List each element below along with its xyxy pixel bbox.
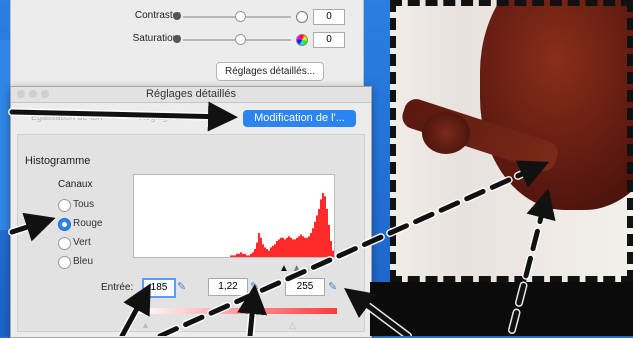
tab-tone-equalization[interactable]: Égalisation de ton [31,112,103,122]
white-pipette-icon[interactable]: ✎ [328,280,337,293]
output-gradient-bar [137,308,337,314]
tab-adjustments[interactable]: Réglage des [139,112,190,122]
dialog-titlebar: Réglages détaillés [11,87,371,103]
input-gamma-field[interactable]: 1,22 [208,278,248,296]
output-black-marker-icon[interactable]: ▲ [141,320,150,330]
black-pipette-icon[interactable]: ✎ [177,280,186,293]
side-tab [0,40,10,230]
saturation-value-field[interactable]: 0 [313,32,345,48]
tab-modification[interactable]: Modification de l'... [243,110,356,127]
radio-label-bleu: Bleu [73,256,94,267]
radio-tous[interactable] [58,199,71,212]
saturation-row: Saturation: 0 [11,31,363,49]
black-point-marker-icon[interactable]: ▲ [279,263,289,274]
contrast-row: Contraste: 0 [11,8,363,26]
violin-photo [390,0,633,282]
histogram-svg [134,193,334,257]
radio-label-tous: Tous [73,199,95,210]
detailed-settings-dialog: Réglages détaillés Égalisation de ton Ré… [10,86,372,338]
saturation-min-icon [173,35,181,43]
gray-point-marker-icon[interactable]: ▲ [292,263,302,274]
histogram-markers: ▲ ▲ ▲ [279,263,314,274]
detailed-settings-button[interactable]: Réglages détaillés... [216,62,324,81]
contrast-slider-thumb[interactable] [235,11,246,22]
saturation-slider-thumb[interactable] [235,34,246,45]
gray-pipette-icon[interactable]: ✎ [250,280,259,293]
contrast-min-icon [173,12,181,20]
color-wheel-icon [296,34,308,46]
channels-label: Canaux [58,179,93,190]
contrast-max-icon [296,11,308,23]
histogram-chart [133,174,335,258]
radio-label-vert: Vert [73,237,91,248]
input-white-field[interactable]: 255 [285,278,325,296]
radio-rouge[interactable] [58,218,71,231]
histogram-section-title: Histogramme [25,155,91,167]
radio-label-rouge: Rouge [73,218,103,229]
contrast-value-field[interactable]: 0 [313,9,345,25]
radio-vert[interactable] [58,237,71,250]
bottom-dark-area [370,282,633,336]
white-point-marker-icon[interactable]: ▲ [304,263,314,274]
radio-bleu[interactable] [58,256,71,269]
dialog-title: Réglages détaillés [146,88,236,100]
photo-dashed-border [390,0,633,282]
input-black-field[interactable]: 185 [142,278,176,298]
adjustments-panel: Contraste: 0 Saturation: 0 Réglages déta… [10,0,364,93]
input-label: Entrée: [101,282,134,293]
output-white-marker-icon[interactable]: △ [289,320,296,331]
histogram-fill [134,193,334,257]
